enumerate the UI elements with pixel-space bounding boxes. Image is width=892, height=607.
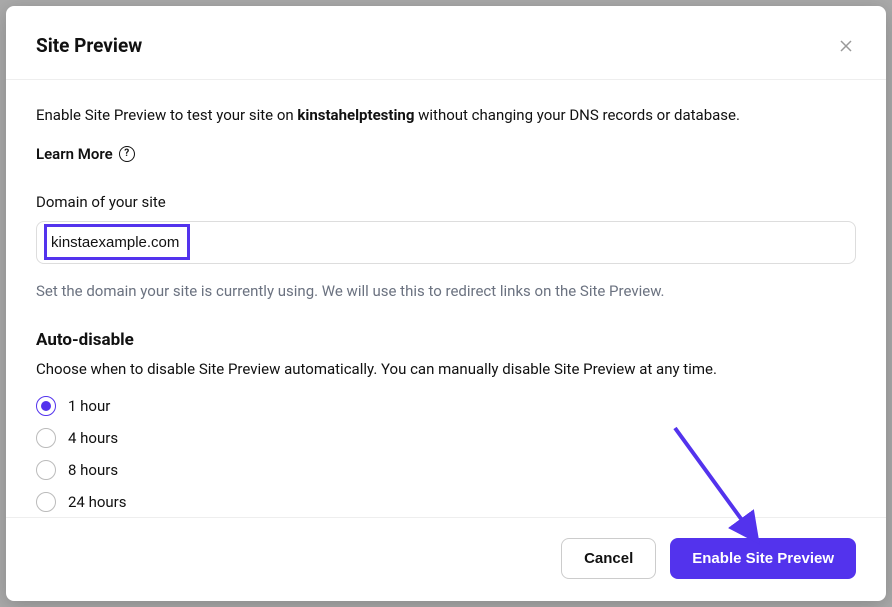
learn-more-label: Learn More xyxy=(36,145,113,163)
cancel-button[interactable]: Cancel xyxy=(561,538,656,579)
close-button[interactable] xyxy=(836,36,856,56)
modal-footer: Cancel Enable Site Preview xyxy=(6,517,886,601)
radio-label: 24 hours xyxy=(68,493,127,511)
domain-hint: Set the domain your site is currently us… xyxy=(36,282,856,300)
radio-icon xyxy=(36,428,56,448)
radio-option-8hours[interactable]: 8 hours xyxy=(36,460,856,480)
domain-input-wrap xyxy=(36,221,856,264)
domain-input[interactable] xyxy=(36,221,856,264)
radio-option-1hour[interactable]: 1 hour xyxy=(36,396,856,416)
learn-more-link[interactable]: Learn More ? xyxy=(36,145,856,163)
auto-disable-radio-group: 1 hour 4 hours 8 hours 24 hours xyxy=(36,396,856,512)
radio-icon xyxy=(36,492,56,512)
site-preview-modal: Site Preview Enable Site Preview to test… xyxy=(6,6,886,601)
radio-option-24hours[interactable]: 24 hours xyxy=(36,492,856,512)
intro-site-name: kinstahelptesting xyxy=(297,106,414,124)
radio-icon xyxy=(36,396,56,416)
radio-label: 8 hours xyxy=(68,461,118,479)
intro-text: Enable Site Preview to test your site on… xyxy=(36,104,856,127)
radio-option-4hours[interactable]: 4 hours xyxy=(36,428,856,448)
domain-field-label: Domain of your site xyxy=(36,193,856,211)
intro-pre: Enable Site Preview to test your site on xyxy=(36,106,297,124)
help-icon: ? xyxy=(119,146,135,162)
radio-icon xyxy=(36,460,56,480)
enable-site-preview-button[interactable]: Enable Site Preview xyxy=(670,538,856,579)
radio-dot-icon xyxy=(41,401,51,411)
modal-header: Site Preview xyxy=(6,6,886,80)
modal-body: Enable Site Preview to test your site on… xyxy=(6,80,886,517)
close-icon xyxy=(840,40,852,52)
modal-title: Site Preview xyxy=(36,34,142,57)
radio-label: 4 hours xyxy=(68,429,118,447)
auto-disable-title: Auto-disable xyxy=(36,330,856,350)
auto-disable-desc: Choose when to disable Site Preview auto… xyxy=(36,360,856,378)
intro-post: without changing your DNS records or dat… xyxy=(414,106,740,124)
radio-label: 1 hour xyxy=(68,397,110,415)
